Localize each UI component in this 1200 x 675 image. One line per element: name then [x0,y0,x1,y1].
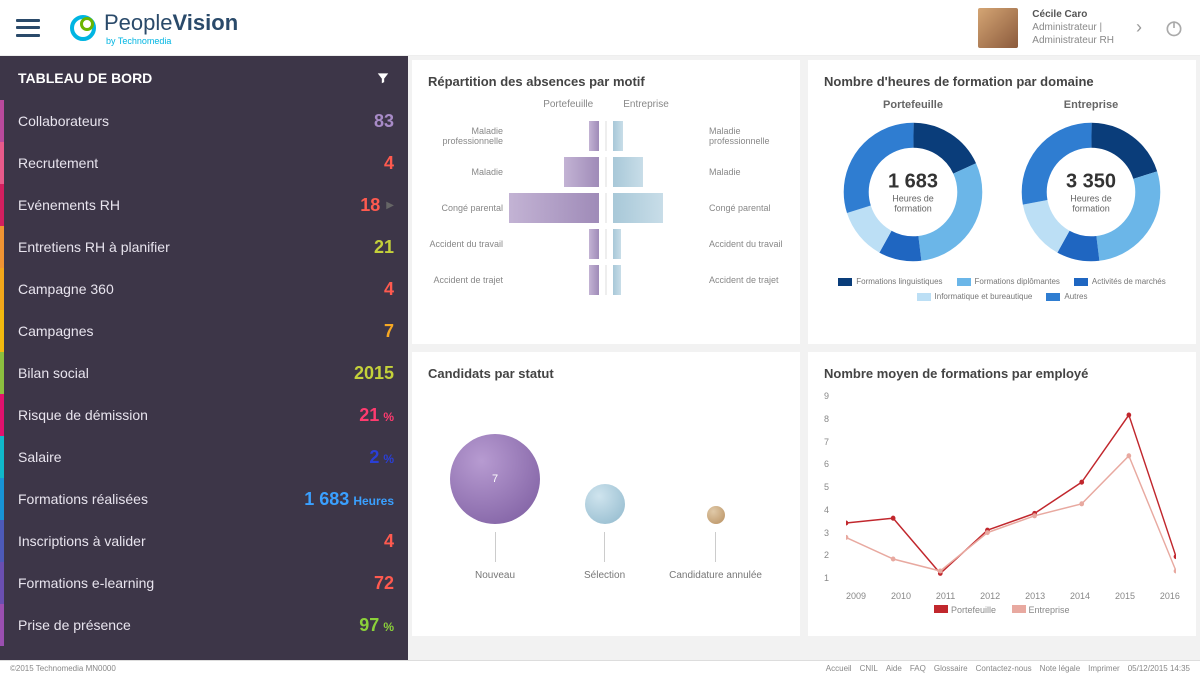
sidebar-item-10[interactable]: Inscriptions à valider4 [0,520,408,562]
candidates-chart: 7 Nouveau Sélection Candidature annulée [428,391,784,581]
user-info: Cécile Caro Administrateur | Administrat… [1032,8,1114,47]
sidebar-item-1[interactable]: Recrutement4 [0,142,408,184]
sidebar-item-12[interactable]: Prise de présence97% [0,604,408,646]
sidebar: TABLEAU DE BORD Collaborateurs83Recrutem… [0,56,408,660]
chevron-right-icon[interactable]: › [1128,17,1150,38]
sidebar-item-2[interactable]: Evénements RH18▶ [0,184,408,226]
app-header: PeopleVision by Technomedia Cécile Caro … [0,0,1200,56]
logo-icon [70,15,96,41]
sidebar-item-7[interactable]: Risque de démission21% [0,394,408,436]
footer-link[interactable]: FAQ [910,664,926,673]
panel-candidates: Candidats par statut 7 Nouveau Sélection… [412,352,800,636]
copyright: ©2015 Technomedia MN0000 [10,664,116,673]
filter-icon[interactable] [376,71,390,85]
brand-name: PeopleVision [104,10,238,35]
avatar[interactable] [978,8,1018,48]
sidebar-item-6[interactable]: Bilan social2015 [0,352,408,394]
bubble-nouveau: 7 [450,434,540,524]
footer-link[interactable]: Aide [886,664,902,673]
sidebar-item-8[interactable]: Salaire2% [0,436,408,478]
footer-link[interactable]: Accueil [826,664,852,673]
col-portefeuille: Portefeuille [543,99,593,110]
footer-link[interactable]: Imprimer [1088,664,1120,673]
footer-link[interactable]: Glossaire [934,664,968,673]
donut-entreprise: Entreprise 3 350Heures de formation [1016,99,1166,267]
line-chart: 987654321 200920102011201220132014201520… [824,391,1180,601]
panel-title: Répartition des absences par motif [428,74,784,89]
power-icon[interactable] [1164,18,1184,38]
sidebar-item-3[interactable]: Entretiens RH à planifier21 [0,226,408,268]
sidebar-title: TABLEAU DE BORD [0,56,408,100]
panel-title: Nombre moyen de formations par employé [824,366,1180,381]
panel-title: Candidats par statut [428,366,784,381]
panel-donuts: Nombre d'heures de formation par domaine… [808,60,1196,344]
footer: ©2015 Technomedia MN0000 Accueil CNIL Aide… [0,660,1200,675]
line-legend: Portefeuille Entreprise [824,605,1180,615]
sidebar-item-4[interactable]: Campagne 3604 [0,268,408,310]
donut-portefeuille: Portefeuille 1 683Heures de formation [838,99,988,267]
sidebar-item-5[interactable]: Campagnes7 [0,310,408,352]
dashboard-content: Répartition des absences par motif Porte… [408,56,1200,660]
brand-logo[interactable]: PeopleVision by Technomedia [70,10,238,46]
footer-link[interactable]: Contactez-nous [976,664,1032,673]
footer-link[interactable]: Note légale [1040,664,1080,673]
menu-button[interactable] [16,19,40,37]
sidebar-item-9[interactable]: Formations réalisées1 683Heures [0,478,408,520]
panel-absences: Répartition des absences par motif Porte… [412,60,800,344]
bubble-annulee [707,506,725,524]
bubble-selection [585,484,625,524]
absences-chart: Portefeuille Entreprise Maladie professi… [413,99,799,298]
sidebar-item-11[interactable]: Formations e-learning72 [0,562,408,604]
sidebar-item-0[interactable]: Collaborateurs83 [0,100,408,142]
panel-line: Nombre moyen de formations par employé 9… [808,352,1196,636]
footer-link[interactable]: CNIL [860,664,878,673]
col-entreprise: Entreprise [623,99,669,110]
panel-title: Nombre d'heures de formation par domaine [824,74,1180,89]
brand-sub: by Technomedia [106,36,238,46]
donut-legend: Formations linguistiquesFormations diplô… [824,277,1180,301]
